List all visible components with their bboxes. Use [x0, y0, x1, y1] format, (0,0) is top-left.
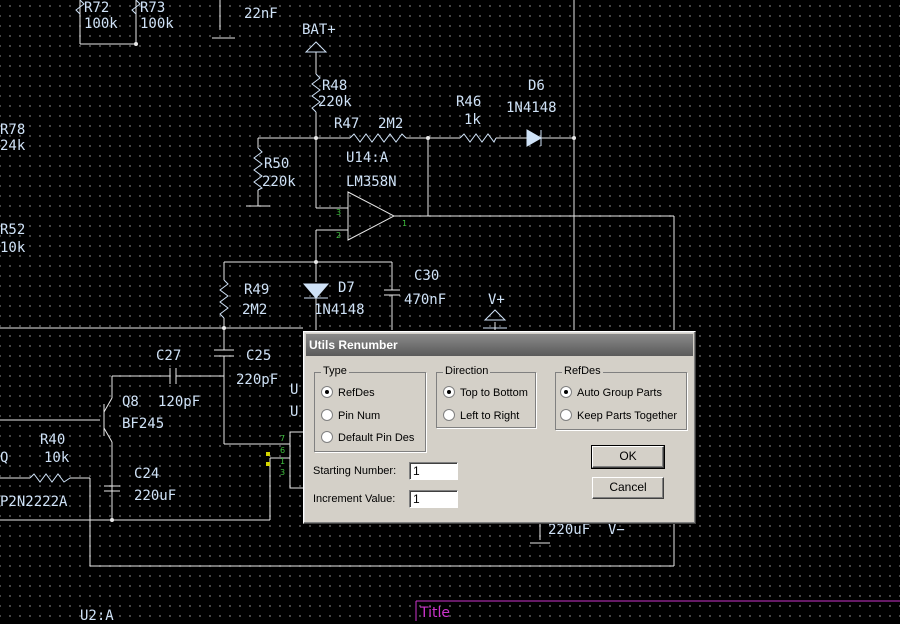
- title-block-label: Title: [420, 605, 451, 621]
- v-plus-label: V+: [488, 292, 505, 308]
- r48-value: 220k: [318, 94, 352, 110]
- dialog-title: Utils Renumber: [309, 338, 398, 352]
- radio-selected-icon: [321, 386, 333, 399]
- type-group: Type RefDes Pin Num Default Pin Des: [314, 365, 426, 452]
- refdes-group-legend: RefDes: [562, 365, 603, 377]
- schematic-canvas[interactable]: R72 100k R73 100k 22nF BAT+ R48 220k R47…: [0, 0, 900, 624]
- d6-label: D6: [528, 78, 545, 94]
- direction-top-to-bottom-radio[interactable]: Top to Bottom: [443, 385, 528, 401]
- q-left-label: Q: [0, 450, 9, 466]
- increment-value-label: Increment Value:: [313, 493, 396, 505]
- direction-group: Direction Top to Bottom Left to Right: [436, 365, 536, 428]
- c30-value: 470nF: [404, 292, 447, 308]
- r73-label: R73: [140, 0, 166, 16]
- c27-value: 120pF: [158, 394, 201, 410]
- r46-label: R46: [456, 94, 482, 110]
- bat-plus-label: BAT+: [302, 22, 336, 38]
- refdes-auto-group-parts-label: Auto Group Parts: [577, 387, 662, 399]
- direction-left-to-right-label: Left to Right: [460, 410, 520, 422]
- schematic-drawing: [0, 0, 900, 621]
- c24-label: C24: [134, 466, 160, 482]
- refdes-group: RefDes Auto Group Parts Keep Parts Toget…: [555, 365, 687, 430]
- d7-value: 1N4148: [314, 302, 365, 318]
- q8-label: Q8: [122, 394, 139, 410]
- refdes-auto-group-parts-radio[interactable]: Auto Group Parts: [560, 385, 662, 401]
- type-pin-num-radio[interactable]: Pin Num: [321, 408, 380, 424]
- radio-selected-icon: [560, 386, 572, 399]
- direction-left-to-right-radio[interactable]: Left to Right: [443, 408, 519, 424]
- d7-label: D7: [338, 280, 355, 296]
- radio-empty-icon: [443, 409, 455, 422]
- r47-label: R47: [334, 116, 360, 132]
- pin-3-label: 3: [336, 208, 342, 217]
- c24-value: 220uF: [134, 488, 177, 504]
- u14-value: LM358N: [346, 174, 397, 190]
- r50-value: 220k: [262, 174, 296, 190]
- q8-value: BF245: [122, 416, 165, 432]
- utils-renumber-dialog: Utils Renumber Type RefDes Pin Num Defau…: [303, 331, 696, 524]
- type-pin-num-label: Pin Num: [338, 410, 381, 422]
- type-refdes-label: RefDes: [338, 387, 375, 399]
- u-partial-label-1: U: [290, 382, 299, 398]
- v-minus-label: V−: [608, 522, 625, 538]
- type-group-legend: Type: [321, 365, 349, 377]
- type-default-pin-des-label: Default Pin Des: [338, 432, 415, 444]
- r40-label: R40: [40, 432, 66, 448]
- u2-label: U2:A: [80, 608, 114, 624]
- pin-6-label: 6: [280, 446, 286, 455]
- c25-value: 220pF: [236, 372, 279, 388]
- cap-top-value: 22nF: [244, 6, 278, 22]
- direction-group-legend: Direction: [443, 365, 491, 377]
- starting-number-input[interactable]: 1: [409, 462, 458, 480]
- r78-value: 24k: [0, 138, 26, 154]
- r78-label: R78: [0, 122, 26, 138]
- r72-label: R72: [84, 0, 110, 16]
- r46-value: 1k: [464, 112, 481, 128]
- cancel-button[interactable]: Cancel: [592, 477, 664, 499]
- c25-label: C25: [246, 348, 272, 364]
- r48-label: R48: [322, 78, 348, 94]
- type-default-pin-des-radio[interactable]: Default Pin Des: [321, 430, 414, 446]
- refdes-keep-parts-together-radio[interactable]: Keep Parts Together: [560, 408, 677, 424]
- pin-1b-label: 1: [280, 457, 286, 466]
- r72-value: 100k: [84, 16, 118, 32]
- u-partial-label-2: U: [290, 404, 299, 420]
- direction-top-to-bottom-label: Top to Bottom: [460, 387, 528, 399]
- u14-label: U14:A: [346, 150, 389, 166]
- radio-empty-icon: [321, 431, 333, 444]
- radio-selected-icon: [443, 386, 455, 399]
- r40-value: 10k: [44, 450, 70, 466]
- r47-value: 2M2: [378, 116, 404, 132]
- ok-button[interactable]: OK: [591, 445, 665, 469]
- increment-value-input[interactable]: 1: [409, 490, 458, 508]
- type-refdes-radio[interactable]: RefDes: [321, 385, 375, 401]
- radio-empty-icon: [560, 409, 572, 422]
- refdes-keep-parts-together-label: Keep Parts Together: [577, 410, 678, 422]
- q-left-value: P2N2222A: [0, 494, 68, 510]
- c27-label: C27: [156, 348, 182, 364]
- radio-empty-icon: [321, 409, 333, 422]
- dialog-titlebar[interactable]: Utils Renumber: [306, 334, 693, 356]
- r73-value: 100k: [140, 16, 174, 32]
- starting-number-label: Starting Number:: [313, 465, 397, 477]
- r49-value: 2M2: [242, 302, 268, 318]
- r52-label: R52: [0, 222, 26, 238]
- pin-7-label: 7: [280, 434, 286, 443]
- pin-3b-label: 3: [280, 468, 286, 477]
- c30-label: C30: [414, 268, 440, 284]
- bottom-cap-value: 220uF: [548, 522, 591, 538]
- r50-label: R50: [264, 156, 290, 172]
- pin-2-label: 2: [336, 231, 342, 240]
- r49-label: R49: [244, 282, 270, 298]
- pin-1-label: 1: [402, 219, 408, 228]
- d6-value: 1N4148: [506, 100, 557, 116]
- r52-value: 10k: [0, 240, 26, 256]
